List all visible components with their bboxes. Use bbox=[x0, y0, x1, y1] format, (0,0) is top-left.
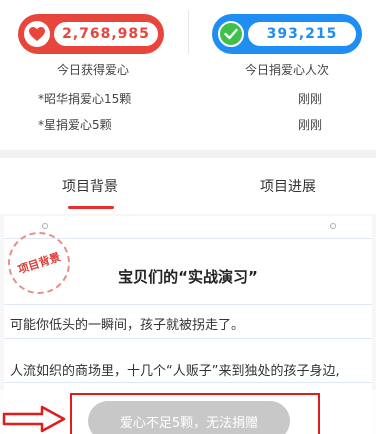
donate-button[interactable]: 爱心不足5颗，无法捐赠 bbox=[88, 401, 290, 434]
active-tab-indicator bbox=[68, 206, 114, 209]
donation-entry: *昭华捐爱心15颗 bbox=[38, 92, 132, 106]
article-paragraph: 可能你低头的一瞬间，孩子就被拐走了。 bbox=[10, 318, 245, 333]
tab-project-progress[interactable]: 项目进展 bbox=[228, 176, 348, 196]
donors-count-label: 今日捐爱心人次 bbox=[244, 63, 329, 77]
ruled-line bbox=[4, 382, 372, 383]
heart-icon bbox=[24, 21, 50, 47]
paper-pin-icon bbox=[330, 223, 336, 229]
hearts-received-label: 今日获得爱心 bbox=[56, 63, 129, 77]
article-paragraph: 人流如织的商场里，十几个“人贩子”来到独处的孩子身边, bbox=[10, 364, 340, 379]
donors-count-value: 393,215 bbox=[248, 22, 356, 46]
tab-project-background[interactable]: 项目背景 bbox=[30, 176, 150, 196]
check-icon bbox=[218, 21, 244, 47]
ruled-line bbox=[4, 338, 372, 339]
ruled-line bbox=[4, 304, 372, 305]
hearts-received-pill: 2,768,985 bbox=[18, 14, 164, 54]
tab-bar: 项目背景 项目进展 bbox=[0, 158, 376, 214]
donors-count-pill: 393,215 bbox=[212, 14, 362, 54]
paper-pin-icon bbox=[42, 223, 48, 229]
donation-time: 刚刚 bbox=[298, 92, 323, 106]
hearts-received-value: 2,768,985 bbox=[54, 22, 158, 46]
stats-panel: 2,768,985 393,215 今日获得爱心 今日捐爱心人次 *昭华捐爱心1… bbox=[0, 0, 376, 150]
donation-time: 刚刚 bbox=[298, 118, 323, 132]
section-gap bbox=[0, 150, 376, 158]
arrow-right-icon bbox=[2, 405, 66, 433]
project-background-stamp: 项目背景 bbox=[0, 223, 79, 303]
donation-entry: *星捐爱心5颗 bbox=[38, 118, 112, 132]
stats-divider bbox=[188, 10, 189, 54]
article-title: 宝贝们的“实战演习” bbox=[118, 268, 258, 286]
